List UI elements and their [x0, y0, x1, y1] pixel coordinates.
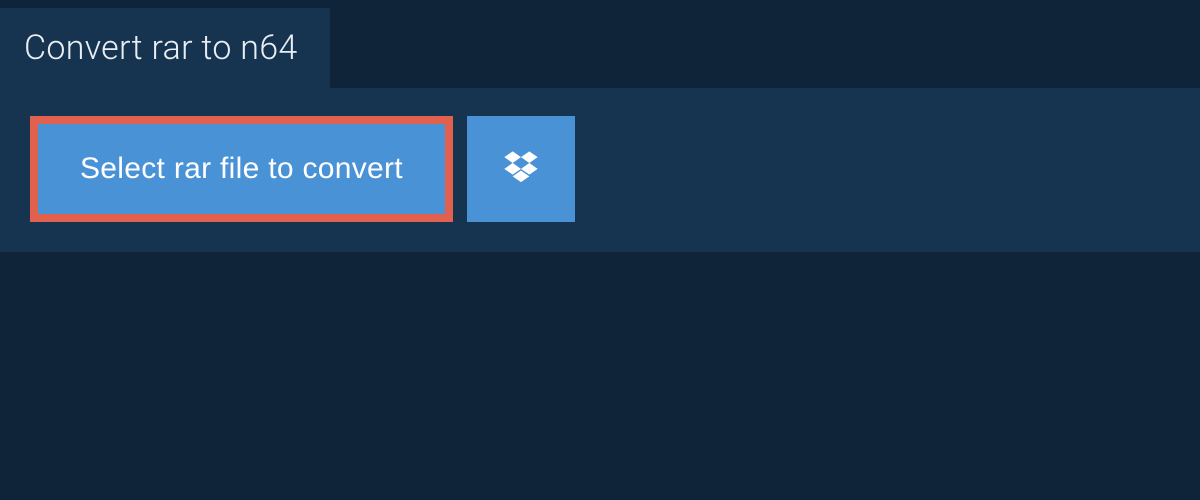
dropbox-button[interactable] — [467, 116, 575, 222]
select-file-button-label: Select rar file to convert — [80, 152, 403, 186]
page-title: Convert rar to n64 — [24, 28, 298, 68]
header-tab: Convert rar to n64 — [0, 8, 330, 88]
select-file-button[interactable]: Select rar file to convert — [30, 116, 453, 222]
main-panel: Select rar file to convert — [0, 88, 1200, 252]
dropbox-icon — [501, 148, 541, 191]
button-row: Select rar file to convert — [30, 116, 1170, 222]
